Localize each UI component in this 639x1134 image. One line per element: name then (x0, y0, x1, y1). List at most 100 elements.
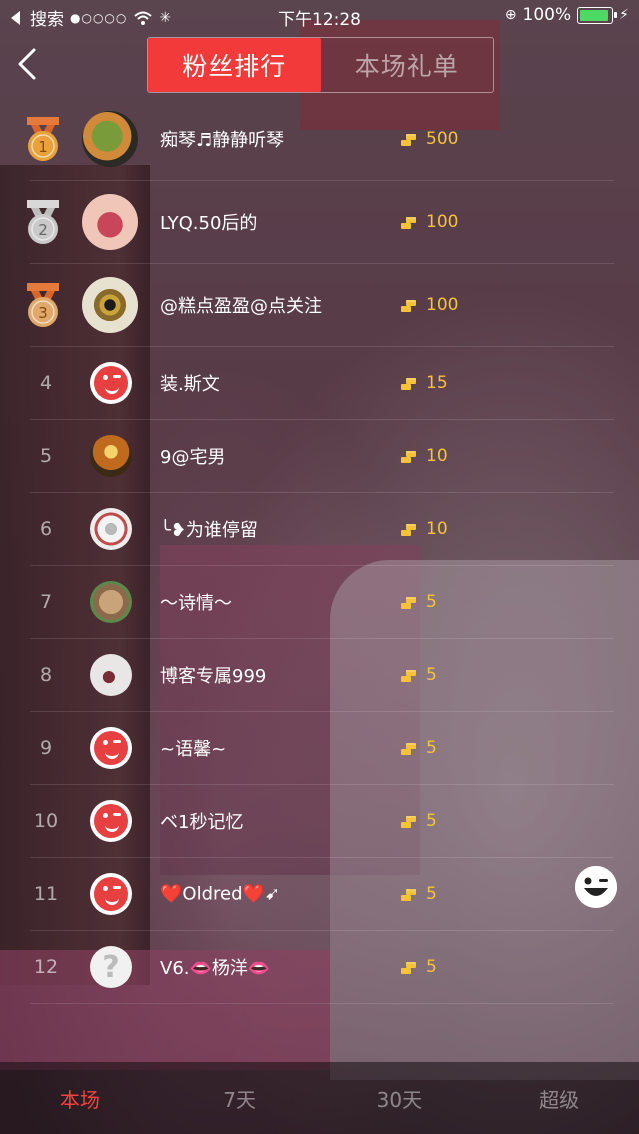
table-row[interactable]: 1 痴琴♬静静听琴 500 (27, 98, 614, 181)
avatar[interactable] (90, 727, 132, 769)
coin-stack-icon (401, 743, 416, 755)
table-row[interactable]: 7 ～诗情～ 5 (30, 566, 614, 639)
gift-value: 500 (426, 129, 459, 149)
fan-name: LYQ.50后的 (160, 213, 258, 234)
coin-stack-icon (401, 889, 416, 901)
rotation-lock-icon: ⊕ (504, 7, 517, 23)
header: 粉丝排行 本场礼单 (0, 32, 639, 98)
avatar[interactable] (90, 435, 132, 477)
fan-ranking-list: 1 痴琴♬静静听琴 500 2 LYQ.50后的 100 3 @糕点盈盈@点关注 100 4 装.斯… (0, 98, 639, 1004)
silver-medal-icon: 2 (27, 200, 59, 244)
tab-super[interactable]: 超级 (479, 1062, 639, 1134)
tab-7-days[interactable]: 7天 (160, 1062, 320, 1134)
coin-stack-icon (401, 816, 416, 828)
fan-name: V6.👄杨洋👄 (160, 958, 271, 979)
table-row[interactable]: 3 @糕点盈盈@点关注 100 (27, 264, 614, 347)
gift-count: 15 (400, 373, 448, 393)
table-row[interactable]: 9 ~语馨~ 5 (30, 712, 614, 785)
battery-icon (577, 6, 618, 24)
gift-value: 5 (426, 665, 437, 685)
avatar[interactable] (90, 508, 132, 550)
avatar[interactable] (90, 800, 132, 842)
gold-medal-icon: 1 (27, 117, 59, 161)
fan-name: ╰❥为谁停留 (160, 520, 258, 541)
rank-number: 5 (39, 445, 53, 467)
gift-value: 100 (426, 295, 459, 315)
avatar[interactable] (90, 362, 132, 404)
table-row[interactable]: 12? V6.👄杨洋👄 5 (30, 931, 614, 1004)
table-row[interactable]: 6 ╰❥为谁停留 10 (30, 493, 614, 566)
rank-number: 10 (33, 810, 59, 832)
fan-name: 装.斯文 (160, 374, 220, 395)
gift-count: 5 (400, 957, 437, 977)
wink-face-icon[interactable] (575, 866, 617, 908)
gift-count: 100 (400, 295, 458, 315)
gift-count: 5 (400, 811, 437, 831)
fan-name: ~语馨~ (160, 739, 227, 760)
gift-count: 5 (400, 884, 437, 904)
rank-number: 1 (38, 138, 48, 156)
fan-name: 痴琴♬静静听琴 (160, 130, 285, 151)
table-row[interactable]: 5 9@宅男 10 (30, 420, 614, 493)
gift-value: 10 (426, 446, 448, 466)
rank-number: 6 (39, 518, 53, 540)
table-row[interactable]: 11 ❤️Oldred❤️➹ 5 (30, 858, 614, 931)
gift-count: 100 (400, 212, 458, 232)
charging-icon: ⚡ (619, 7, 629, 23)
gift-value: 5 (426, 884, 437, 904)
avatar[interactable] (90, 581, 132, 623)
fan-name: @糕点盈盈@点关注 (160, 296, 322, 317)
coin-stack-icon (401, 670, 416, 682)
table-row[interactable]: 2 LYQ.50后的 100 (27, 181, 614, 264)
tab-gift-list[interactable]: 本场礼单 (321, 38, 494, 92)
gift-value: 15 (426, 373, 448, 393)
rank-number: 3 (38, 304, 48, 322)
avatar[interactable] (82, 111, 138, 167)
rank-number: 4 (39, 372, 53, 394)
avatar[interactable] (90, 873, 132, 915)
avatar[interactable]: ? (90, 946, 132, 988)
rank-number: 8 (39, 664, 53, 686)
battery-percent: 100% (522, 5, 572, 25)
bronze-medal-icon: 3 (27, 283, 59, 327)
rank-number: 11 (33, 883, 59, 905)
gift-count: 10 (400, 519, 448, 539)
gift-value: 5 (426, 592, 437, 612)
tab-fan-ranking[interactable]: 粉丝排行 (148, 38, 321, 92)
rank-number: 12 (33, 956, 59, 978)
avatar[interactable] (90, 654, 132, 696)
coin-stack-icon (401, 300, 416, 312)
segment-control: 粉丝排行 本场礼单 (147, 37, 494, 93)
gift-value: 10 (426, 519, 448, 539)
rank-number: 7 (39, 591, 53, 613)
table-row[interactable]: 4 装.斯文 15 (30, 347, 614, 420)
period-tabs: 本场 7天 30天 超级 (0, 1062, 639, 1134)
status-bar: 搜索 ●○○○○ ✳ 下午12:28 ⊕ 100% ⚡ (0, 0, 639, 32)
coin-stack-icon (401, 524, 416, 536)
table-row[interactable]: 8 博客专属999 5 (30, 639, 614, 712)
gift-count: 5 (400, 738, 437, 758)
coin-stack-icon (401, 134, 416, 146)
rank-number: 2 (38, 221, 48, 239)
gift-value: 5 (426, 738, 437, 758)
avatar[interactable] (82, 277, 138, 333)
gift-value: 5 (426, 957, 437, 977)
tab-30-days[interactable]: 30天 (320, 1062, 480, 1134)
coin-stack-icon (401, 217, 416, 229)
gift-count: 5 (400, 665, 437, 685)
fan-name: ～诗情～ (160, 593, 232, 614)
gift-count: 10 (400, 446, 448, 466)
avatar[interactable] (82, 194, 138, 250)
coin-stack-icon (401, 962, 416, 974)
fan-name: 9@宅男 (160, 447, 226, 468)
table-row[interactable]: 10 ベ1秒记忆 5 (30, 785, 614, 858)
back-arrow-icon[interactable] (12, 44, 44, 84)
gift-value: 5 (426, 811, 437, 831)
rank-number: 9 (39, 737, 53, 759)
coin-stack-icon (401, 597, 416, 609)
tab-this-show[interactable]: 本场 (0, 1062, 160, 1134)
gift-count: 500 (400, 129, 458, 149)
coin-stack-icon (401, 378, 416, 390)
fan-name: ベ1秒记忆 (160, 812, 244, 833)
gift-value: 100 (426, 212, 459, 232)
